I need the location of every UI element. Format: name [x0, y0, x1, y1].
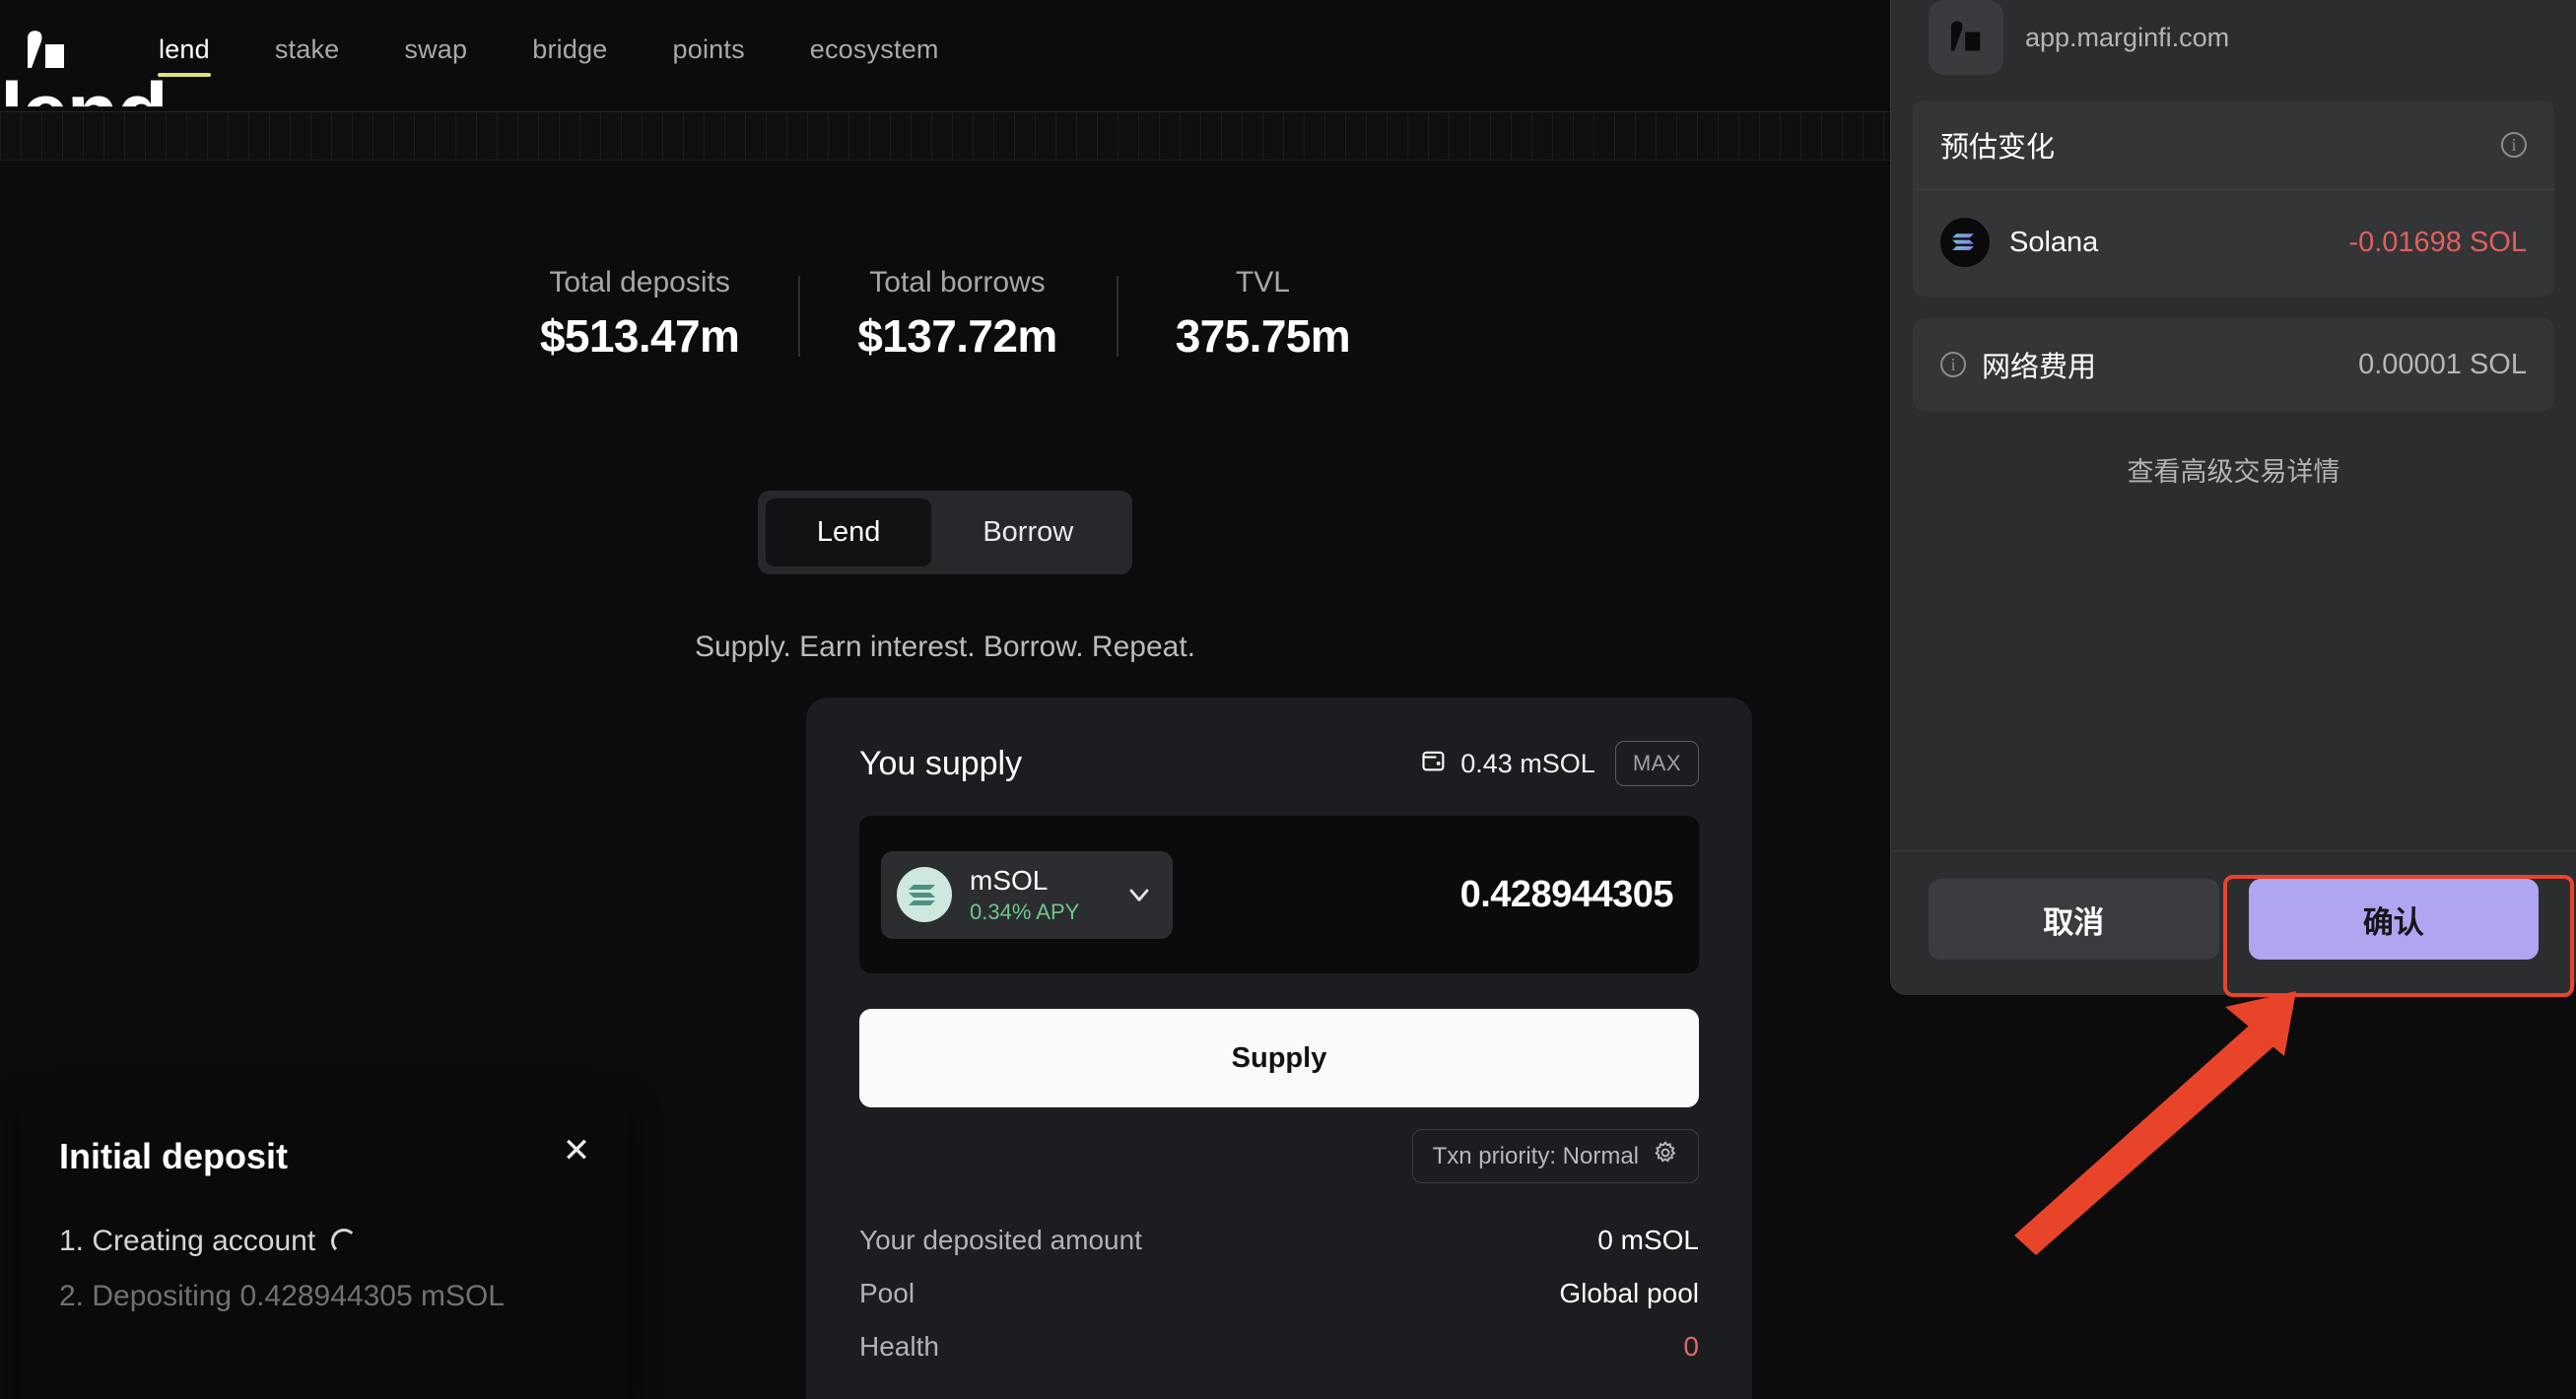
stat-tvl: TVL 375.75m [1116, 266, 1409, 363]
detail-row-health: Health 0 [859, 1331, 1699, 1363]
txn-priority-label: Txn priority: Normal [1432, 1142, 1639, 1169]
close-icon[interactable]: ✕ [560, 1134, 593, 1167]
site-url: app.marginfi.com [2025, 22, 2230, 52]
stat-value: $137.72m [857, 310, 1057, 362]
toast-step-creating-account: 1. Creating account [59, 1225, 589, 1258]
network-fee-value: 0.00001 SOL [2358, 348, 2527, 380]
asset-info: Solana [1940, 218, 2098, 267]
lend-borrow-toggle: Lend Borrow [757, 491, 1133, 574]
wallet-panel-footer: 取消 确认 [1891, 850, 2576, 995]
estimated-changes-title: 预估变化 [1940, 132, 2056, 164]
wallet-panel-body: 预估变化 i Solana -0.01698 SOL i 网络费用 0.0000… [1891, 100, 2576, 850]
token-symbol: mSOL [970, 864, 1049, 896]
network-fee-card: i 网络费用 0.00001 SOL [1913, 318, 2554, 411]
stat-total-borrows: Total borrows $137.72m [798, 266, 1116, 363]
lend-borrow-toggle-wrap: Lend Borrow [0, 491, 1890, 574]
tab-borrow[interactable]: Borrow [931, 499, 1124, 566]
network-fee-left: i 网络费用 [1940, 344, 2096, 385]
stat-label: Total borrows [869, 266, 1046, 299]
detail-value: 0 mSOL [1597, 1225, 1699, 1255]
detail-label: Pool [859, 1278, 915, 1308]
detail-row-pool: Pool Global pool [859, 1278, 1699, 1309]
detail-row-deposited-amount: Your deposited amount 0 mSOL [859, 1225, 1699, 1256]
info-icon[interactable]: i [1940, 352, 1966, 377]
nav-links: lend stake swap bridge points ecosystem [126, 29, 972, 77]
supply-card-header: You supply 0.43 mSOL MAX [859, 741, 1699, 786]
stat-total-deposits: Total deposits $513.47m [481, 266, 798, 363]
app-viewport: lend lend stake swap bridge points ecosy… [0, 0, 1890, 1399]
txn-priority-button[interactable]: Txn priority: Normal [1411, 1129, 1699, 1183]
supply-detail-rows: Your deposited amount 0 mSOL Pool Global… [859, 1225, 1699, 1363]
solana-token-icon [1940, 218, 1990, 267]
wallet-balance[interactable]: 0.43 mSOL [1420, 747, 1595, 781]
stat-label: TVL [1235, 266, 1290, 299]
initial-deposit-toast: ✕ Initial deposit 1. Creating account 2.… [20, 1099, 629, 1399]
txn-priority-row: Txn priority: Normal [859, 1129, 1699, 1183]
advanced-details-link[interactable]: 查看高级交易详情 [1913, 450, 2554, 489]
stat-value: 375.75m [1175, 310, 1351, 362]
estimated-changes-card: 预估变化 i Solana -0.01698 SOL [1913, 100, 2554, 297]
chevron-down-icon [1123, 879, 1155, 910]
estimated-changes-header: 预估变化 i [1913, 100, 2554, 190]
detail-label: Health [859, 1331, 939, 1362]
nav-link-bridge[interactable]: bridge [500, 29, 640, 75]
wallet-confirm-panel: app.marginfi.com 预估变化 i Solana -0.01698 … [1890, 0, 2576, 995]
top-navbar: lend stake swap bridge points ecosystem [0, 0, 1890, 102]
supply-button[interactable]: Supply [859, 1009, 1699, 1107]
marginfi-logo-icon[interactable] [18, 23, 75, 80]
wallet-balance-text: 0.43 mSOL [1460, 748, 1595, 778]
gear-icon [1653, 1140, 1678, 1172]
tagline: Supply. Earn interest. Borrow. Repeat. [694, 631, 1196, 663]
marginfi-site-icon [1929, 0, 2003, 75]
supply-card: You supply 0.43 mSOL MAX mSOL 0.34% APY … [806, 698, 1752, 1399]
detail-value: Global pool [1559, 1278, 1699, 1308]
msol-token-icon [897, 867, 952, 922]
asset-delta: -0.01698 SOL [2348, 226, 2527, 258]
protocol-stats: Total deposits $513.47m Total borrows $1… [0, 266, 1890, 363]
toast-step-text: 2. Depositing 0.428944305 mSOL [59, 1280, 505, 1312]
nav-link-points[interactable]: points [641, 29, 778, 75]
nav-link-ecosystem[interactable]: ecosystem [778, 29, 972, 75]
network-fee-label: 网络费用 [1982, 352, 2097, 383]
token-apy: 0.34% APY [970, 899, 1080, 924]
wallet-icon [1420, 747, 1448, 781]
toast-step-text: 1. Creating account [59, 1225, 316, 1257]
info-icon[interactable]: i [2501, 132, 2527, 158]
nav-link-lend[interactable]: lend [126, 29, 242, 77]
tab-lend[interactable]: Lend [765, 499, 932, 566]
cancel-button[interactable]: 取消 [1929, 879, 2219, 960]
wallet-panel-header: app.marginfi.com [1891, 0, 2576, 100]
loading-spinner-icon [331, 1229, 358, 1254]
token-selector[interactable]: mSOL 0.34% APY [881, 850, 1173, 939]
detail-label: Your deposited amount [859, 1225, 1142, 1255]
max-button[interactable]: MAX [1614, 741, 1699, 786]
confirm-button[interactable]: 确认 [2248, 879, 2539, 960]
nav-link-swap[interactable]: swap [372, 29, 500, 75]
toast-title: Initial deposit [59, 1136, 289, 1176]
amount-input-value[interactable]: 0.428944305 [1460, 874, 1674, 916]
screen-root: lend lend stake swap bridge points ecosy… [0, 0, 2576, 1399]
asset-name: Solana [2009, 226, 2099, 258]
toast-steps: 1. Creating account 2. Depositing 0.4289… [59, 1225, 589, 1313]
detail-value-health: 0 [1683, 1331, 1699, 1362]
amount-input-box: mSOL 0.34% APY 0.428944305 [859, 816, 1699, 973]
stat-label: Total deposits [549, 266, 730, 299]
stat-value: $513.47m [539, 310, 740, 362]
toast-step-depositing: 2. Depositing 0.428944305 mSOL [59, 1280, 589, 1313]
nav-link-stake[interactable]: stake [242, 29, 373, 75]
token-meta: mSOL 0.34% APY [970, 865, 1118, 925]
decorative-stripe-band [0, 111, 1890, 161]
supply-card-header-right: 0.43 mSOL MAX [1420, 741, 1699, 786]
estimated-changes-row: Solana -0.01698 SOL [1913, 190, 2554, 297]
supply-card-title: You supply [859, 744, 1023, 782]
